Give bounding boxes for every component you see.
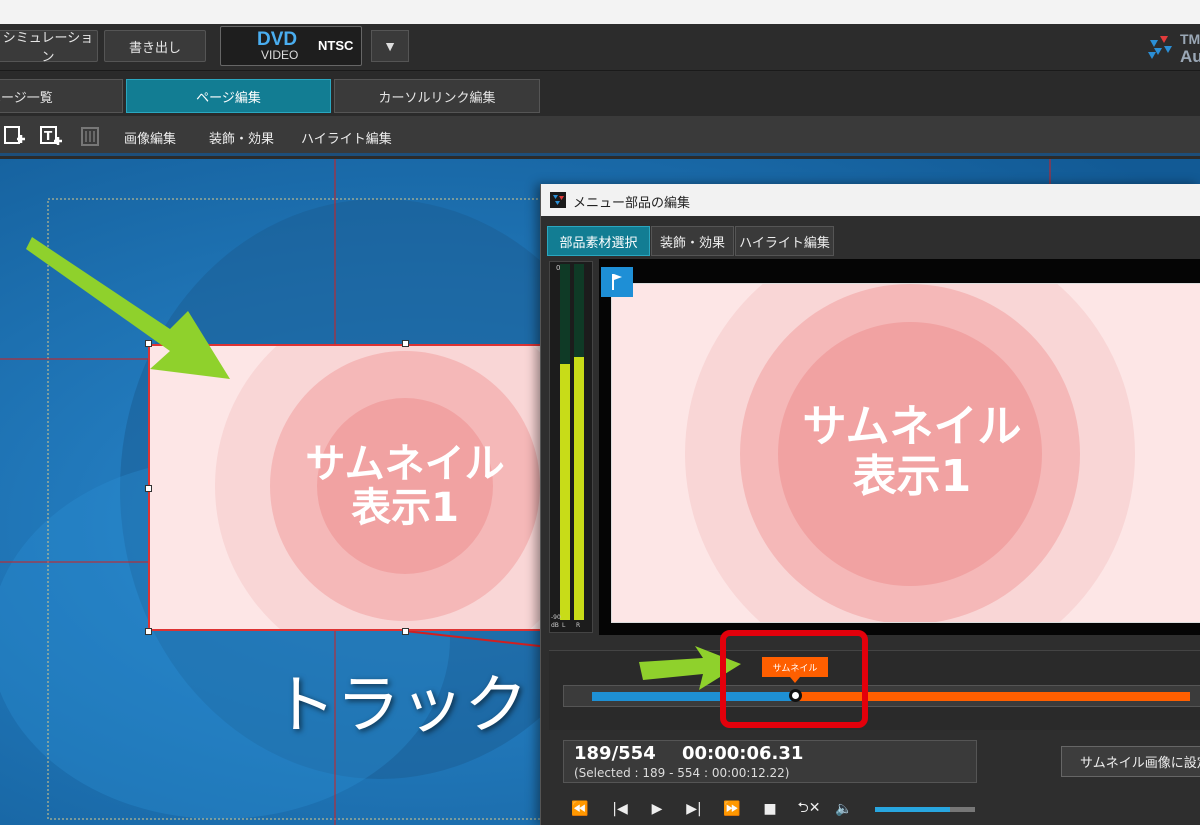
step-forward-icon[interactable]: ▶| bbox=[683, 800, 705, 818]
video-preview: サムネイル 表示1 bbox=[599, 259, 1200, 635]
volume-fill bbox=[875, 807, 950, 812]
preview-text-line2: 表示1 bbox=[852, 451, 972, 502]
annotation-highlight-box bbox=[720, 630, 868, 728]
preview-text-line1: サムネイル bbox=[802, 401, 1022, 452]
meter-channel-right bbox=[574, 264, 584, 620]
export-button[interactable]: 書き出し bbox=[104, 30, 206, 62]
meter-left-fill bbox=[560, 363, 570, 620]
audio-level-meter: 0 -90 dB L R bbox=[549, 261, 593, 633]
play-icon[interactable]: ▶ bbox=[646, 800, 668, 818]
resize-handle-bm[interactable] bbox=[402, 628, 409, 635]
delete-icon[interactable] bbox=[79, 125, 101, 147]
dvd-logo: DVD bbox=[257, 29, 298, 50]
menu-part-edit-dialog: メニュー部品の編集 部品素材選択 装飾・効果 ハイライト編集 0 -90 dB … bbox=[540, 184, 1200, 825]
set-thumbnail-button[interactable]: サムネイル画像に設定 bbox=[1061, 746, 1200, 777]
app-icon bbox=[550, 192, 566, 208]
thumbnail-text-line2: 表示1 bbox=[351, 485, 459, 531]
app-window: シミュレーション 書き出し DVD VIDEO NTSC ▼ TM Au ページ… bbox=[0, 0, 1200, 825]
decoration-effect-menu[interactable]: 装飾・効果 bbox=[209, 128, 274, 147]
edit-toolbar: T 画像編集 装飾・効果 ハイライト編集 bbox=[0, 116, 1200, 156]
fast-forward-icon[interactable]: ⏩ bbox=[721, 800, 743, 818]
dialog-title: メニュー部品の編集 bbox=[573, 196, 691, 211]
tab-part-material[interactable]: 部品素材選択 bbox=[547, 226, 650, 256]
resize-handle-tm[interactable] bbox=[402, 340, 409, 347]
resize-handle-ml[interactable] bbox=[145, 485, 152, 492]
svg-text:T: T bbox=[44, 129, 53, 143]
meter-l-label: L bbox=[562, 622, 566, 629]
step-back-icon[interactable]: |◀ bbox=[609, 800, 631, 818]
timecode: 00:00:06.31 bbox=[682, 743, 804, 764]
disc-standard-label: NTSC bbox=[318, 38, 354, 53]
main-toolbar: シミュレーション 書き出し DVD VIDEO NTSC ▼ TM Au bbox=[0, 24, 1200, 71]
meter-right-fill bbox=[574, 356, 584, 620]
mode-tabs: ページ一覧 ページ編集 カーソルリンク編集 bbox=[0, 72, 1200, 116]
rewind-icon[interactable]: ⏪ bbox=[569, 800, 591, 818]
stop-icon[interactable]: ■ bbox=[759, 800, 781, 818]
dialog-tabs: 部品素材選択 装飾・効果 ハイライト編集 bbox=[541, 216, 1200, 256]
dvd-logo-sub: VIDEO bbox=[261, 48, 299, 62]
preview-frame: サムネイル 表示1 bbox=[611, 283, 1200, 623]
dialog-titlebar: メニュー部品の編集 bbox=[541, 184, 1200, 216]
flag-marker-button[interactable] bbox=[601, 267, 633, 297]
volume-icon[interactable]: 🔈 bbox=[833, 800, 855, 818]
meter-db-label: dB bbox=[551, 622, 559, 629]
time-info-panel: 189/554 00:00:06.31 (Selected : 189 - 55… bbox=[563, 740, 977, 783]
meter-bottom-label: -90 bbox=[551, 614, 561, 621]
meter-channel-left bbox=[560, 264, 570, 620]
thumbnail-text-line1: サムネイル bbox=[305, 441, 505, 487]
tab-page-list-label: ページ一覧 bbox=[0, 90, 53, 106]
tab-decoration-effect[interactable]: 装飾・効果 bbox=[651, 226, 734, 256]
resize-handle-bl[interactable] bbox=[145, 628, 152, 635]
frame-counter: 189/554 bbox=[574, 743, 656, 764]
simulation-button[interactable]: シミュレーション bbox=[0, 30, 98, 64]
highlight-edit-menu[interactable]: ハイライト編集 bbox=[301, 128, 392, 147]
add-text-icon[interactable]: T bbox=[40, 125, 62, 147]
brand-text-1: TM bbox=[1180, 31, 1200, 47]
window-top-strip bbox=[0, 0, 1200, 24]
format-dropdown-button[interactable]: ▼ bbox=[371, 30, 409, 62]
disc-format-selector[interactable]: DVD VIDEO NTSC bbox=[220, 26, 362, 66]
brand-text-2: Au bbox=[1180, 47, 1200, 66]
selection-info: (Selected : 189 - 554 : 00:00:12.22) bbox=[574, 766, 790, 780]
tab-highlight-edit[interactable]: ハイライト編集 bbox=[735, 226, 834, 256]
volume-slider[interactable] bbox=[875, 807, 975, 812]
loop-icon[interactable]: ⮌✕ bbox=[793, 800, 825, 818]
meter-r-label: R bbox=[576, 622, 581, 629]
image-edit-menu[interactable]: 画像編集 bbox=[124, 128, 176, 147]
brand-logo-icon bbox=[1148, 36, 1172, 59]
flag-icon bbox=[612, 274, 622, 290]
tab-page-edit[interactable]: ページ編集 bbox=[126, 79, 331, 113]
tab-cursor-link-edit[interactable]: カーソルリンク編集 bbox=[334, 79, 540, 113]
tab-page-list[interactable]: ページ一覧 bbox=[0, 79, 123, 113]
annotation-arrow-icon bbox=[26, 237, 230, 379]
add-image-icon[interactable] bbox=[4, 125, 26, 147]
brand-logo: TM Au bbox=[1146, 31, 1200, 66]
